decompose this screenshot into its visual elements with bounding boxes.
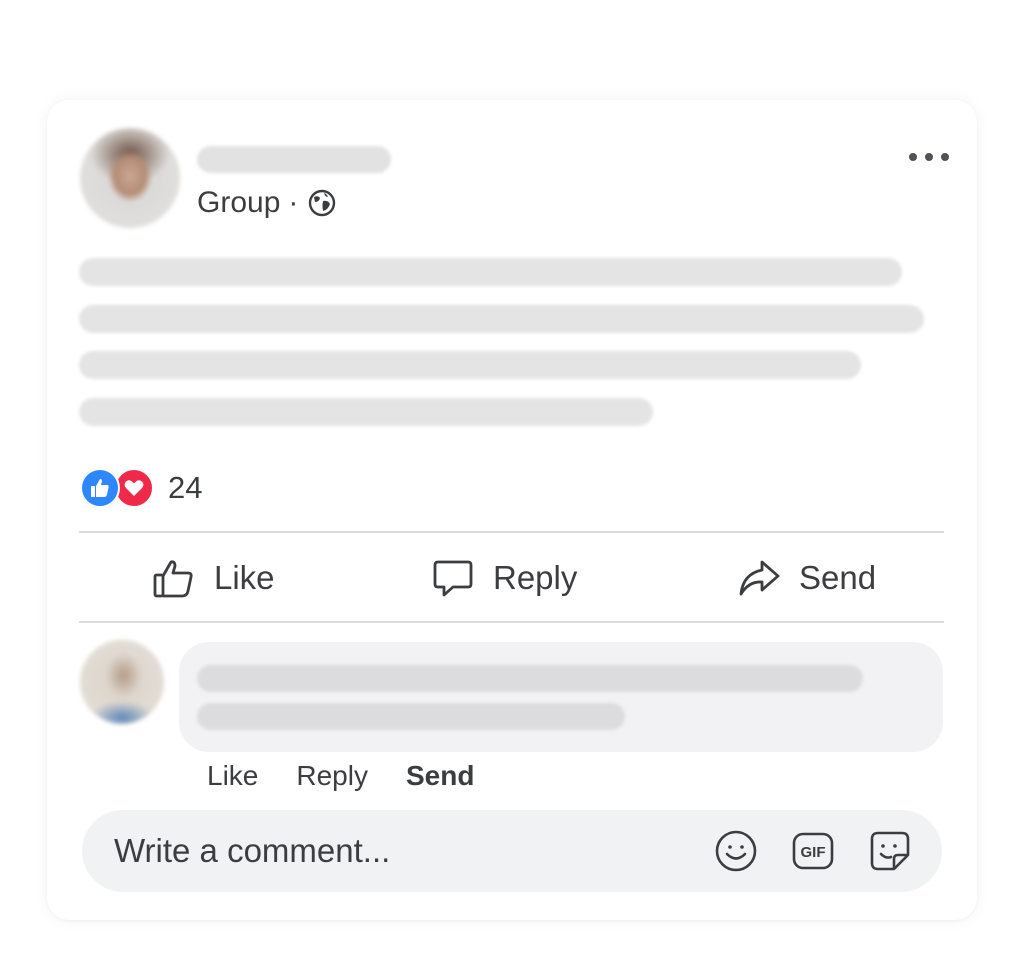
post-text-line <box>79 305 924 333</box>
share-arrow-icon <box>739 560 780 596</box>
audience-label[interactable]: Group <box>197 186 280 220</box>
like-button[interactable]: Like <box>152 550 275 606</box>
more-options-button[interactable] <box>909 150 949 164</box>
comment-bubble-icon <box>433 560 473 597</box>
like-label: Like <box>214 559 275 596</box>
love-reaction-icon <box>114 468 154 508</box>
comment-input[interactable] <box>114 810 674 892</box>
emoji-icon[interactable] <box>714 829 758 873</box>
reaction-count: 24 <box>168 470 203 505</box>
comment-send-button[interactable]: Send <box>406 760 474 792</box>
comment-reply-button[interactable]: Reply <box>296 760 368 792</box>
comment-like-button[interactable]: Like <box>207 760 258 792</box>
gif-icon[interactable]: GIF <box>791 829 835 873</box>
globe-icon[interactable] <box>308 189 336 217</box>
send-button[interactable]: Send <box>737 550 876 606</box>
divider <box>79 531 944 533</box>
comment-composer: GIF <box>82 810 942 892</box>
comment-bubble <box>179 642 943 752</box>
author-avatar[interactable] <box>80 128 180 228</box>
sticker-icon[interactable] <box>868 829 912 873</box>
separator-dot: · <box>288 186 299 219</box>
divider <box>79 621 944 623</box>
like-reaction-icon <box>80 468 120 508</box>
post-subline: Group · <box>197 186 336 220</box>
reply-button[interactable]: Reply <box>431 550 577 606</box>
thumbs-up-icon <box>153 560 193 598</box>
commenter-avatar[interactable] <box>80 640 164 724</box>
comment-text-line <box>197 703 625 730</box>
reaction-summary[interactable]: 24 <box>80 468 202 508</box>
reply-label: Reply <box>493 559 578 596</box>
more-dot <box>909 153 917 161</box>
more-dot <box>941 153 949 161</box>
svg-text:GIF: GIF <box>801 844 826 861</box>
more-dot <box>925 153 933 161</box>
comment-actions: Like Reply Send <box>207 760 512 792</box>
post-text-line <box>79 398 653 426</box>
comment-text-line <box>197 665 863 692</box>
post-text-line <box>79 351 861 379</box>
post-text-line <box>79 258 902 286</box>
send-label: Send <box>799 559 877 596</box>
author-name[interactable] <box>197 146 391 173</box>
post-card: Group · 24 Like Reply Send Like Reply Se… <box>47 100 977 920</box>
